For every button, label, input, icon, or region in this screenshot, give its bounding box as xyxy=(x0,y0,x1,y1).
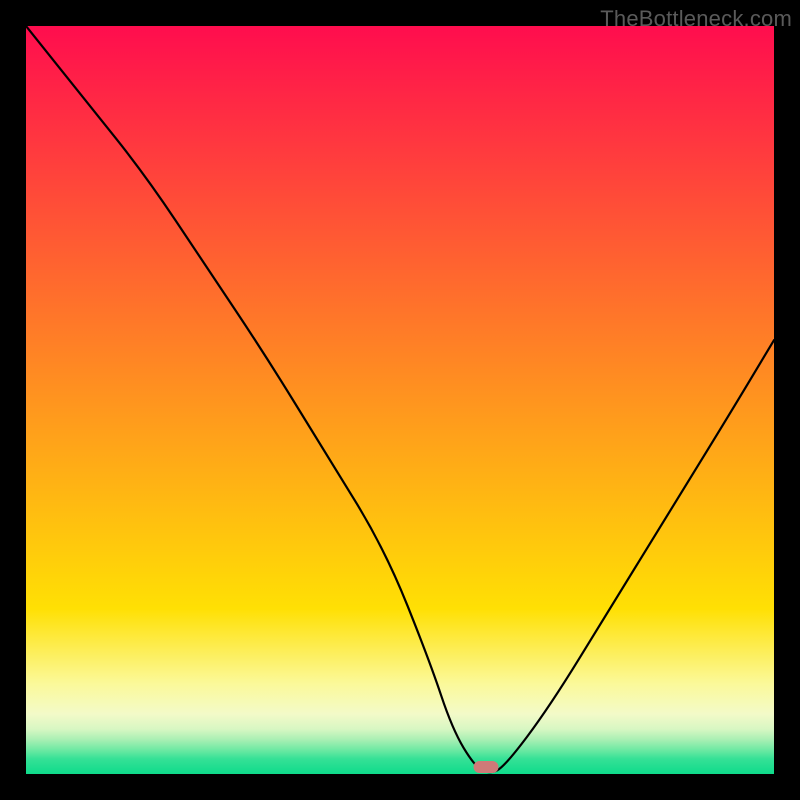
plot-area xyxy=(26,26,774,774)
optimal-marker xyxy=(474,761,499,773)
watermark-text: TheBottleneck.com xyxy=(600,6,792,32)
plot-frame xyxy=(26,26,774,774)
curve-path xyxy=(26,26,774,772)
chart-container: TheBottleneck.com xyxy=(0,0,800,800)
bottleneck-curve xyxy=(26,26,774,774)
